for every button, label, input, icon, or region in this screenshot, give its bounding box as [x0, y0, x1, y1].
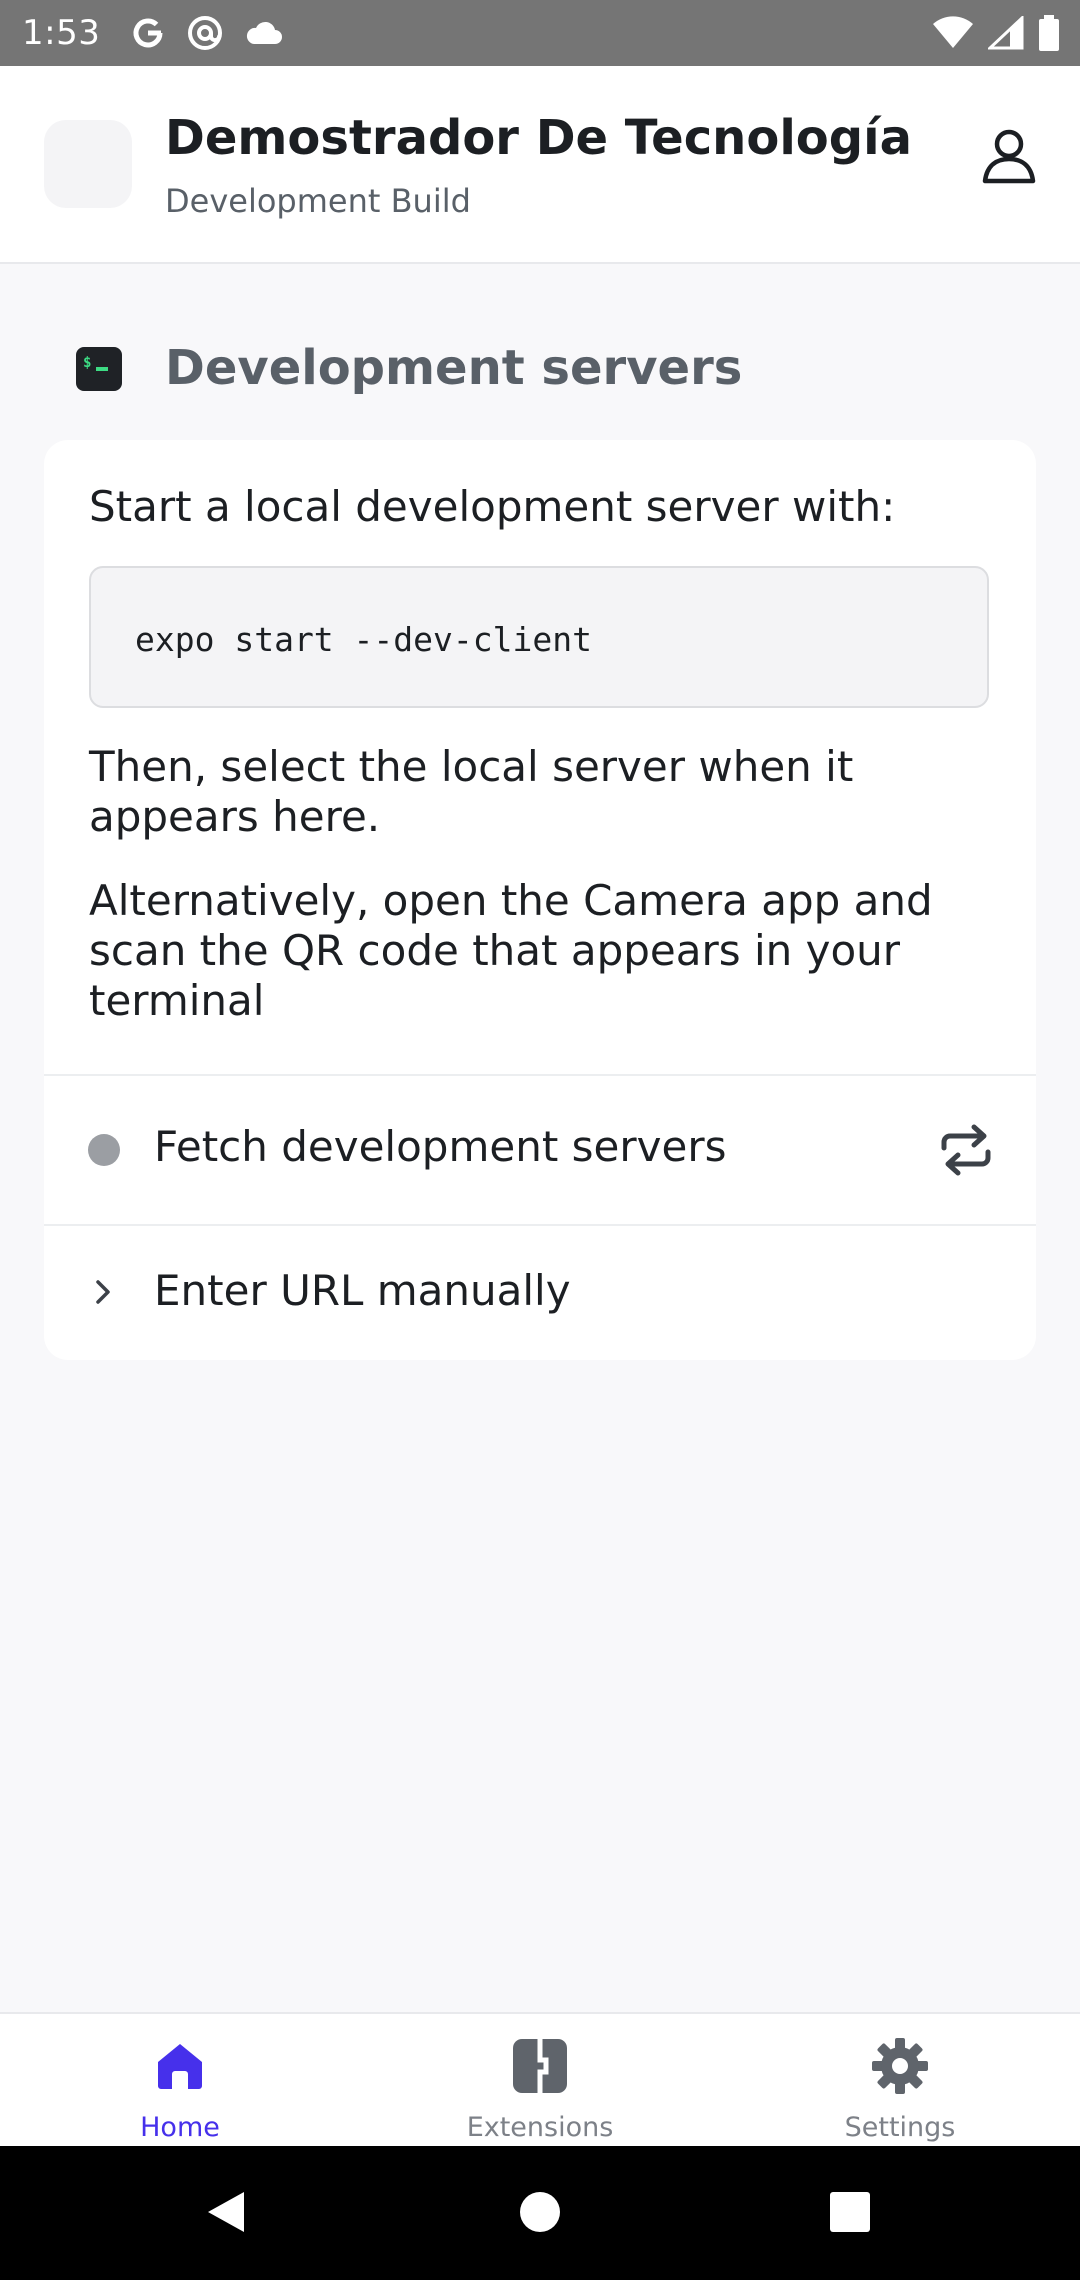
app-header: Demostrador De Tecnología Development Bu… [0, 66, 1080, 264]
tab-settings[interactable]: Settings [780, 2014, 1020, 2148]
refresh-icon [941, 1124, 991, 1176]
app-icon [44, 120, 132, 208]
server-status-dot [88, 1134, 120, 1166]
status-icons-right [932, 15, 1060, 51]
svg-text:$: $ [83, 355, 91, 371]
cellular-signal-icon [988, 16, 1024, 50]
home-nav-icon[interactable] [510, 2182, 570, 2242]
back-icon[interactable] [196, 2182, 256, 2242]
home-icon [158, 2044, 202, 2089]
dev-servers-card: Start a local development server with: e… [44, 440, 1036, 1360]
user-profile-button[interactable] [976, 122, 1042, 188]
chevron-right-icon [96, 1280, 110, 1304]
fetch-servers-label: Fetch development servers [154, 1122, 727, 1171]
extensions-icon [513, 2039, 567, 2093]
refresh-button[interactable] [934, 1118, 998, 1182]
google-icon [133, 18, 163, 48]
app-subtitle: Development Build [165, 182, 471, 220]
fetch-servers-row[interactable]: Fetch development servers [44, 1076, 1036, 1224]
at-sign-icon [188, 16, 223, 50]
status-bar: 1:53 [0, 0, 1080, 66]
screen: 1:53 Demostrador De Tecnología Developme… [0, 0, 1080, 2280]
bottom-tab-bar: Home Extensions Settings [0, 2012, 1080, 2148]
enter-url-label: Enter URL manually [154, 1266, 571, 1315]
recents-icon[interactable] [820, 2182, 880, 2242]
cloud-icon [247, 21, 283, 44]
app-title: Demostrador De Tecnología [165, 110, 912, 166]
status-icons-left [130, 14, 284, 52]
battery-icon [1039, 15, 1059, 51]
gear-icon [872, 2038, 928, 2094]
section-title: Development servers [165, 340, 743, 396]
wifi-icon [933, 16, 973, 48]
tab-home-label: Home [140, 2112, 220, 2143]
code-command: expo start --dev-client [135, 620, 592, 659]
then-text: Then, select the local server when it ap… [89, 742, 854, 841]
status-time: 1:53 [22, 13, 101, 53]
alternative-text: Alternatively, open the Camera app and s… [89, 876, 933, 1025]
system-nav-bar [0, 2146, 1080, 2280]
tab-settings-label: Settings [844, 2112, 956, 2143]
intro-text: Start a local development server with: [89, 482, 896, 531]
user-icon [982, 129, 1036, 184]
enter-url-row[interactable]: Enter URL manually [44, 1226, 1036, 1360]
tab-extensions[interactable]: Extensions [420, 2014, 660, 2148]
tab-home[interactable]: Home [60, 2014, 300, 2148]
terminal-icon: $ [76, 347, 122, 391]
code-block: expo start --dev-client [89, 566, 989, 708]
tab-extensions-label: Extensions [466, 2112, 614, 2143]
